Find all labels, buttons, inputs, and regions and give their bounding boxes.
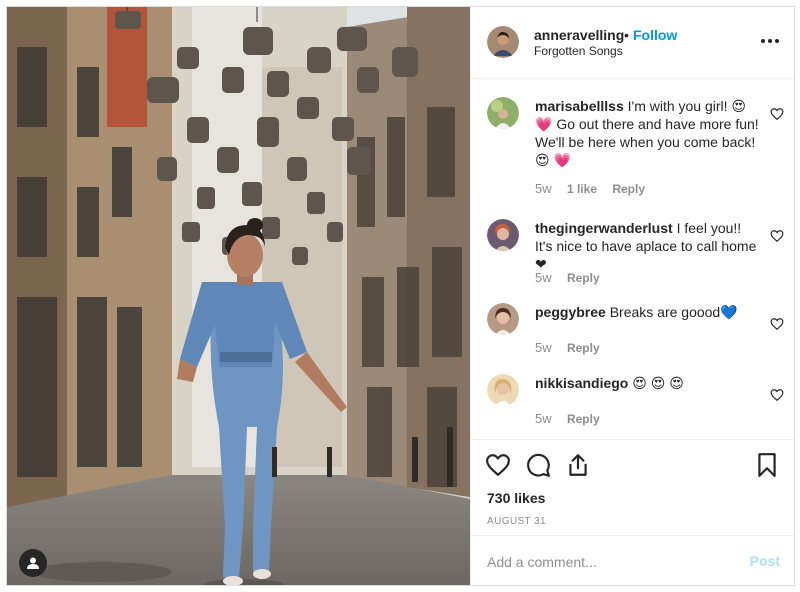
comment-text: nikkisandiego 😍 😍 😍 — [535, 374, 761, 392]
bookmark-icon[interactable] — [754, 452, 780, 478]
alley-photo-illustration — [7, 7, 470, 585]
commenter-avatar[interactable] — [487, 374, 519, 406]
comment-meta: 5w Reply — [535, 411, 612, 426]
commenter-avatar[interactable] — [487, 97, 519, 129]
more-options-icon[interactable] — [758, 34, 782, 48]
comment-time[interactable]: 5w — [535, 411, 552, 426]
comment-like-heart-icon[interactable] — [770, 388, 784, 402]
header-separator: • — [624, 27, 629, 43]
comment-item: nikkisandiego 😍 😍 😍 5w Reply — [471, 374, 794, 434]
comment-time[interactable]: 5w — [535, 340, 552, 355]
post-actions: 730 likes AUGUST 31 — [471, 439, 794, 535]
comment-text: peggybree Breaks are goood💙 — [535, 303, 761, 321]
heart-icon[interactable] — [485, 452, 511, 478]
comment-meta: 5w Reply — [535, 340, 612, 355]
comment-body: Breaks are goood💙 — [609, 304, 738, 320]
post-header: anneravelling • Follow Forgotten Songs — [471, 7, 794, 79]
reply-button[interactable]: Reply — [612, 182, 645, 196]
reply-button[interactable]: Reply — [567, 341, 600, 355]
comment-meta: 5w 1 like Reply — [535, 181, 657, 196]
likes-count[interactable]: 730 likes — [487, 490, 545, 506]
comment-text: thegingerwanderlust I feel you!! It's ni… — [535, 219, 761, 273]
comment-like-heart-icon[interactable] — [770, 107, 784, 121]
commenter-avatar[interactable] — [487, 303, 519, 335]
reply-button[interactable]: Reply — [567, 271, 600, 285]
user-tag-icon — [27, 557, 39, 569]
comment-likes[interactable]: 1 like — [567, 182, 597, 196]
comment-text: marisabelllss I'm with you girl! 😍 💗 Go … — [535, 97, 761, 169]
comment-username[interactable]: peggybree — [535, 304, 606, 320]
post-card: anneravelling • Follow Forgotten Songs m… — [6, 6, 795, 586]
add-comment-bar: Post — [471, 535, 794, 585]
follow-button[interactable]: Follow — [633, 27, 677, 43]
reply-button[interactable]: Reply — [567, 412, 600, 426]
comment-username[interactable]: thegingerwanderlust — [535, 220, 673, 236]
comment-like-heart-icon[interactable] — [770, 229, 784, 243]
comment-time[interactable]: 5w — [535, 181, 552, 196]
comment-item: thegingerwanderlust I feel you!! It's ni… — [471, 219, 794, 289]
post-comment-button[interactable]: Post — [750, 553, 780, 569]
comment-item: marisabelllss I'm with you girl! 😍 💗 Go … — [471, 97, 794, 207]
comment-icon[interactable] — [525, 452, 551, 478]
comment-username[interactable]: nikkisandiego — [535, 375, 628, 391]
comment-like-heart-icon[interactable] — [770, 317, 784, 331]
commenter-avatar[interactable] — [487, 219, 519, 251]
comment-time[interactable]: 5w — [535, 270, 552, 285]
comment-body: 😍 😍 😍 — [632, 375, 684, 391]
share-icon[interactable] — [565, 452, 591, 478]
user-tag-button[interactable] — [19, 549, 47, 577]
post-location[interactable]: Forgotten Songs — [534, 44, 623, 58]
post-date[interactable]: AUGUST 31 — [487, 516, 546, 527]
comment-item: peggybree Breaks are goood💙 5w Reply — [471, 303, 794, 363]
comment-input[interactable] — [487, 551, 727, 573]
post-sidebar: anneravelling • Follow Forgotten Songs m… — [470, 7, 794, 585]
author-avatar[interactable] — [487, 26, 519, 58]
comment-meta: 5w Reply — [535, 270, 612, 285]
author-username[interactable]: anneravelling — [534, 27, 624, 43]
post-photo[interactable] — [7, 7, 470, 585]
comment-username[interactable]: marisabelllss — [535, 98, 624, 114]
